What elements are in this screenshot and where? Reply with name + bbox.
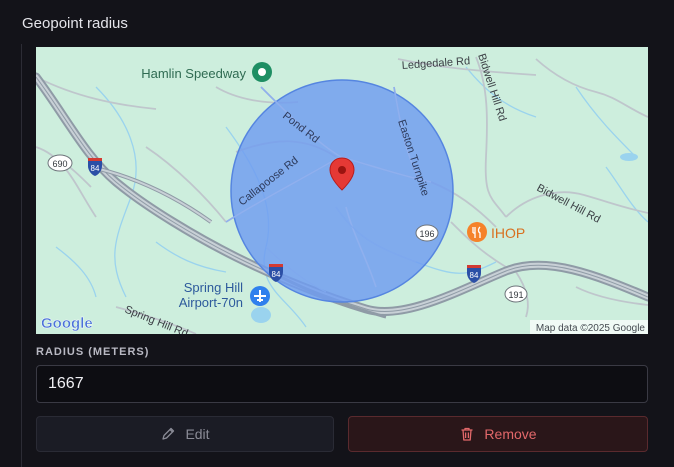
label-ihop: IHOP — [491, 225, 525, 241]
radius-label: RADIUS (METERS) — [36, 346, 150, 358]
label-route-690: 690 — [52, 159, 67, 169]
google-logo: Google — [41, 315, 93, 332]
field-title: Geopoint radius — [22, 15, 128, 32]
remove-button-label: Remove — [484, 426, 537, 442]
trash-icon — [461, 427, 473, 441]
map-attribution[interactable]: Map data ©2025 Google — [536, 323, 646, 334]
label-route-196: 196 — [419, 229, 434, 239]
edit-button[interactable]: Edit — [36, 416, 334, 452]
label-route-191: 191 — [508, 290, 523, 300]
label-spring-hill-airport-line1: Spring Hill — [184, 280, 243, 295]
geopoint-radius-panel: Geopoint radius Hamlin Speedway Ledgedal… — [0, 0, 674, 467]
label-route-84-mid: 84 — [272, 270, 281, 279]
edit-button-label: Edit — [185, 426, 210, 442]
hamlin-speedway-pin-icon — [252, 62, 272, 82]
restaurant-icon — [467, 222, 487, 242]
label-hamlin-speedway: Hamlin Speedway — [141, 66, 246, 81]
label-route-84-right: 84 — [470, 271, 479, 280]
label-route-84-left: 84 — [91, 164, 100, 173]
indent-guide — [21, 44, 22, 467]
label-spring-hill-airport-line2: Airport-70n — [179, 295, 243, 310]
remove-button[interactable]: Remove — [348, 416, 648, 452]
airport-icon — [250, 286, 270, 306]
pencil-icon — [162, 427, 175, 440]
radius-input[interactable]: 1667 — [36, 365, 648, 403]
map-view[interactable]: Hamlin Speedway Ledgedale Rd Bidwell Hil… — [36, 47, 648, 334]
